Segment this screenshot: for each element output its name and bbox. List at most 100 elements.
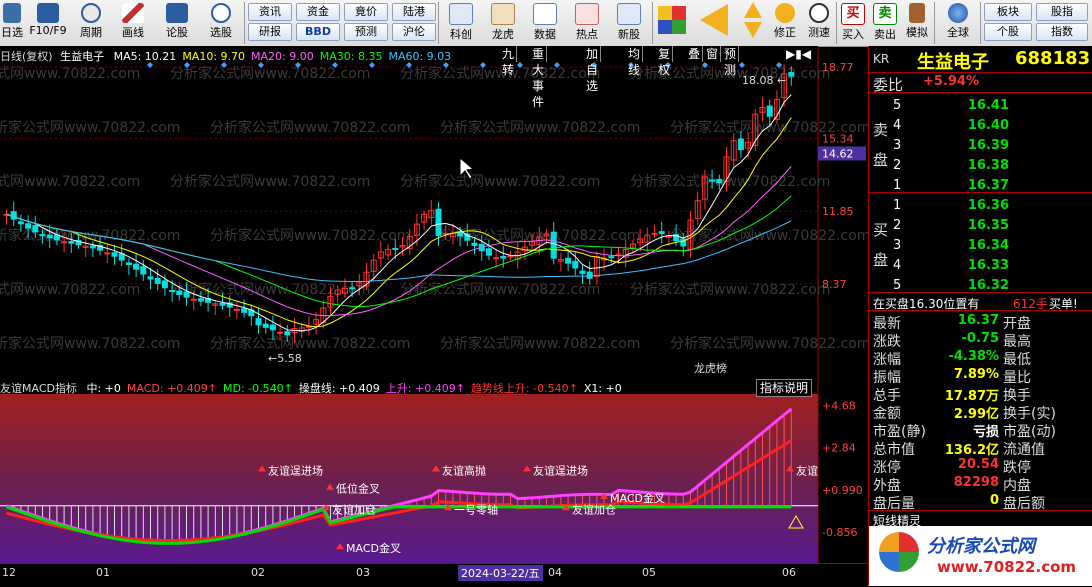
sector-button[interactable]: 板块 bbox=[984, 3, 1032, 21]
auction-button[interactable]: 竟价 bbox=[344, 3, 388, 21]
toolbar-draw-button[interactable]: 画线 bbox=[114, 0, 152, 40]
kline-button[interactable]: 复权 bbox=[656, 46, 674, 77]
candle-body bbox=[716, 178, 723, 184]
price-tick-label: 11.85 bbox=[822, 205, 854, 218]
kline-header: 日线(复权) 生益电子 MA5: 10.21 MA10: 9.70 MA20: 9.… bbox=[0, 48, 451, 64]
dragon-tiger-marker: 龙虎榜 bbox=[694, 361, 727, 375]
candle-body bbox=[89, 245, 96, 249]
kline-button[interactable]: 加自选 bbox=[584, 46, 602, 93]
toolbar-day-button[interactable]: 日选 bbox=[0, 0, 24, 40]
stat-label: 换手 bbox=[1003, 388, 1031, 404]
back-button[interactable] bbox=[700, 4, 732, 36]
research-button[interactable]: 研报 bbox=[248, 23, 292, 41]
buy-button[interactable]: 买 买入 bbox=[838, 0, 868, 42]
kline-button[interactable]: 重大事件 bbox=[530, 46, 548, 109]
hotspot-icon bbox=[575, 3, 599, 25]
candle-body bbox=[32, 224, 39, 233]
funds-button[interactable]: 资金 bbox=[296, 3, 340, 21]
kline-button[interactable]: 叠 bbox=[686, 46, 704, 62]
candle-body bbox=[665, 235, 672, 238]
stat-row: 总市值 136.2亿 流通值 bbox=[869, 439, 1092, 458]
global-button[interactable]: 全球 bbox=[938, 0, 978, 40]
news-button[interactable]: 资讯 bbox=[248, 3, 292, 21]
star-market-button[interactable]: 科创 bbox=[442, 0, 480, 42]
signal-annotation: 一号零轴 bbox=[454, 502, 498, 516]
candle-body bbox=[392, 247, 399, 250]
forecast-button[interactable]: 预测 bbox=[344, 23, 388, 41]
kline-button[interactable]: 均线 bbox=[626, 46, 644, 77]
macd-panel[interactable]: +4.68 +2.84 +0.990 -0.856 友谊逞进场 低位金叉 友谊加仓 MACD金… bbox=[0, 378, 868, 563]
stat-label: 市盈(动) bbox=[1003, 424, 1056, 440]
order-book-row[interactable]: 3 16.39 bbox=[869, 137, 1092, 155]
order-book-row[interactable]: 2 16.38 bbox=[869, 157, 1092, 175]
hammer-icon bbox=[909, 3, 925, 23]
watermark: 分析家公式网www.70822.com bbox=[0, 227, 180, 244]
logo-icon bbox=[879, 532, 919, 572]
kline-menu-icon[interactable]: ▶▮◀ bbox=[786, 47, 811, 61]
stock-index-button[interactable]: 股指 bbox=[1036, 3, 1088, 21]
pe-icon bbox=[533, 3, 557, 25]
candle-body bbox=[111, 252, 118, 257]
dragon-tiger-button[interactable]: 龙虎 bbox=[484, 0, 522, 42]
toolbar-period-button[interactable]: 周期 bbox=[72, 0, 110, 40]
stock-code: 688183 bbox=[1015, 48, 1091, 69]
macd-chart[interactable]: +4.68+2.84+0.990-0.856友谊逞进场低位金叉友谊加仓MACD金… bbox=[0, 378, 868, 563]
simulate-button[interactable]: 模拟 bbox=[902, 0, 932, 40]
candle-body bbox=[125, 262, 132, 265]
shanghai-london-button[interactable]: 沪伦 bbox=[392, 23, 436, 41]
x-label: 04 bbox=[548, 566, 562, 579]
kline-button[interactable]: 窗 bbox=[704, 46, 722, 62]
hk-connect-button[interactable]: 陆港 bbox=[392, 3, 436, 21]
up-down-button[interactable] bbox=[742, 2, 764, 38]
order-book-row[interactable]: 3 16.34 bbox=[869, 237, 1092, 255]
stat-label: 流通值 bbox=[1003, 442, 1045, 458]
dragon-icon bbox=[491, 3, 515, 25]
order-book-row[interactable]: 1 16.36 bbox=[869, 197, 1092, 215]
candle-body bbox=[140, 266, 147, 275]
sell-button[interactable]: 卖 卖出 bbox=[870, 0, 900, 42]
order-book-row[interactable]: 5 16.41 bbox=[869, 97, 1092, 115]
clock-icon bbox=[81, 3, 101, 23]
order-book-row[interactable]: 4 16.33 bbox=[869, 257, 1092, 275]
kline-button[interactable]: 九转 bbox=[500, 46, 518, 77]
select-stock-icon bbox=[211, 3, 231, 23]
stat-label: 市盈(静) bbox=[873, 424, 926, 440]
stat-label: 总市值 bbox=[873, 442, 915, 458]
kline-chart-panel[interactable]: 分析家公式网www.70822.com 分析家公式网www.70822.com 分析… bbox=[0, 46, 870, 378]
order-price: 16.37 bbox=[967, 178, 1009, 193]
new-stock-button[interactable]: 新股 bbox=[610, 0, 648, 42]
toolbar-select-stock-button[interactable]: 选股 bbox=[200, 0, 242, 40]
macd-param: 上升: +0.409↑ bbox=[385, 382, 465, 395]
order-level: 4 bbox=[893, 118, 902, 133]
bbd-button[interactable]: BBD bbox=[296, 23, 340, 41]
single-stock-button[interactable]: 个股 bbox=[984, 23, 1032, 41]
correct-button[interactable]: 修正 bbox=[768, 0, 802, 40]
signal-annotation: MACD金叉 bbox=[610, 491, 665, 505]
candle-body bbox=[233, 308, 240, 311]
speed-test-button[interactable]: 测速 bbox=[802, 0, 836, 40]
toolbar-f10-button[interactable]: F10/F9 bbox=[26, 0, 70, 37]
stat-label: 振幅 bbox=[873, 370, 901, 386]
macd-header: 友谊MACD指标 中: +0 MACD: +0.409↑ MD: -0.540↑ 操盘… bbox=[0, 380, 622, 396]
order-book-row[interactable]: 2 16.35 bbox=[869, 217, 1092, 235]
kline-chart[interactable]: 分析家公式网www.70822.com 分析家公式网www.70822.com 分析… bbox=[0, 46, 870, 378]
new-stock-icon bbox=[617, 3, 641, 25]
candle-body bbox=[241, 308, 248, 313]
ma-legend: MA5: 10.21 MA10: 9.70 MA20: 9.00 MA30: 8.35… bbox=[108, 50, 452, 63]
market-code: KR bbox=[873, 52, 890, 66]
hotspot-button[interactable]: 热点 bbox=[568, 0, 606, 42]
candle-body bbox=[651, 232, 658, 235]
index-button[interactable]: 指数 bbox=[1036, 23, 1088, 41]
toolbar-discuss-button[interactable]: 论股 bbox=[156, 0, 198, 40]
data-button[interactable]: 数据 bbox=[526, 0, 564, 42]
kline-button[interactable]: 预测 bbox=[722, 46, 740, 77]
color-block-button[interactable] bbox=[658, 6, 690, 38]
candle-body bbox=[262, 323, 269, 328]
watermark: 分析家公式网www.70822.com bbox=[630, 173, 830, 190]
order-price: 16.34 bbox=[967, 238, 1009, 253]
order-book-row[interactable]: 4 16.40 bbox=[869, 117, 1092, 135]
f10-icon bbox=[37, 3, 59, 23]
watermark: 分析家公式网www.70822.com bbox=[400, 173, 600, 190]
candle-body bbox=[255, 318, 262, 326]
indicator-explain-button[interactable]: 指标说明 bbox=[756, 379, 813, 397]
